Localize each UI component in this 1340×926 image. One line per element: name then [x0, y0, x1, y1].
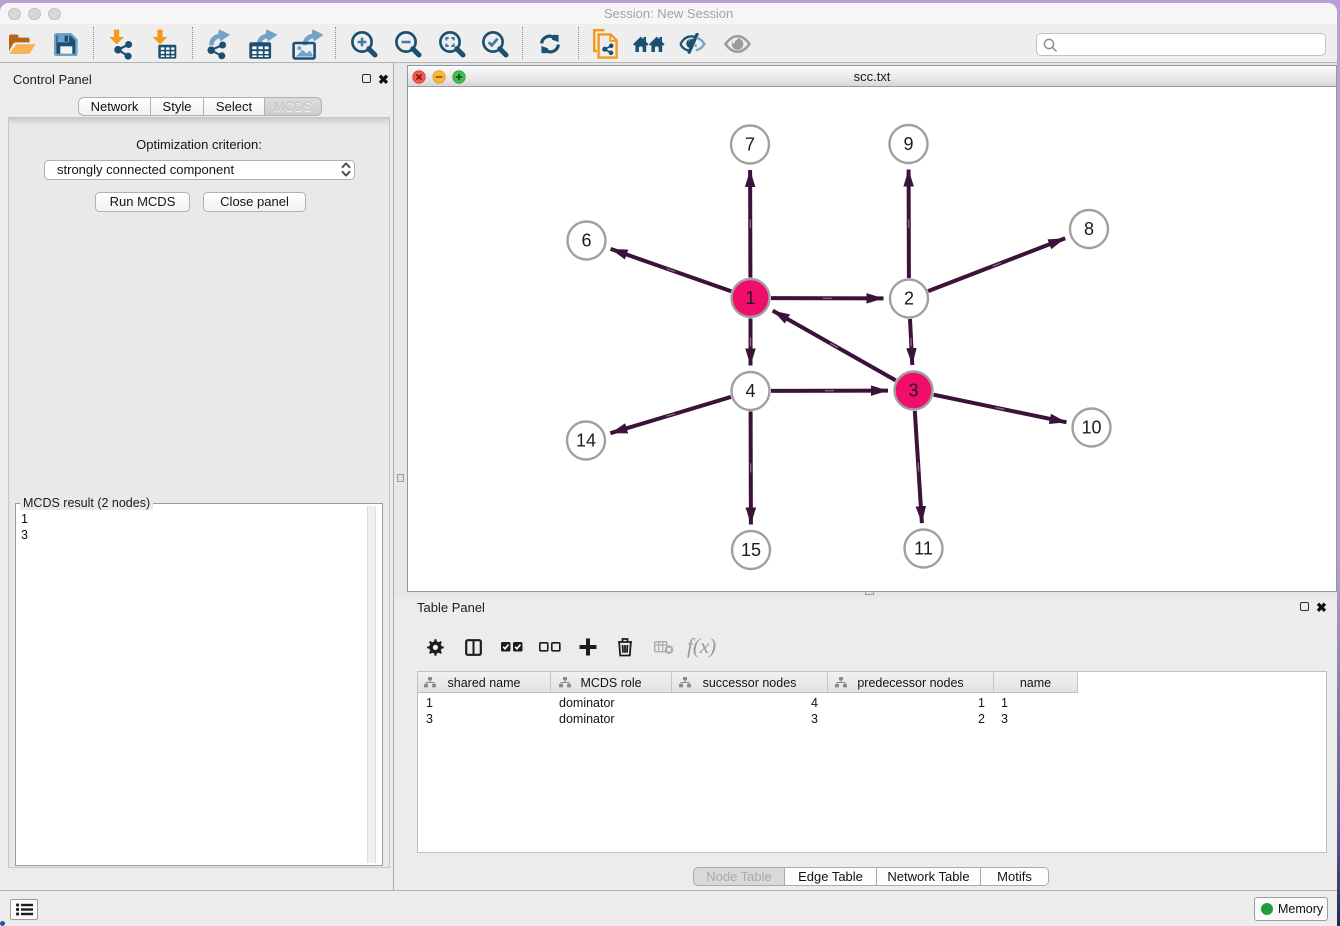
svg-text:10: 10	[1081, 418, 1101, 438]
svg-text:7: 7	[745, 135, 755, 155]
svg-text:3: 3	[908, 381, 918, 401]
svg-text:14: 14	[576, 431, 596, 451]
svg-text:9: 9	[903, 134, 913, 154]
svg-text:2: 2	[904, 289, 914, 309]
svg-text:1: 1	[745, 288, 755, 308]
svg-text:8: 8	[1084, 219, 1094, 239]
svg-text:6: 6	[581, 231, 591, 251]
svg-text:15: 15	[741, 540, 761, 560]
svg-text:11: 11	[914, 539, 933, 559]
svg-text:4: 4	[745, 381, 755, 401]
